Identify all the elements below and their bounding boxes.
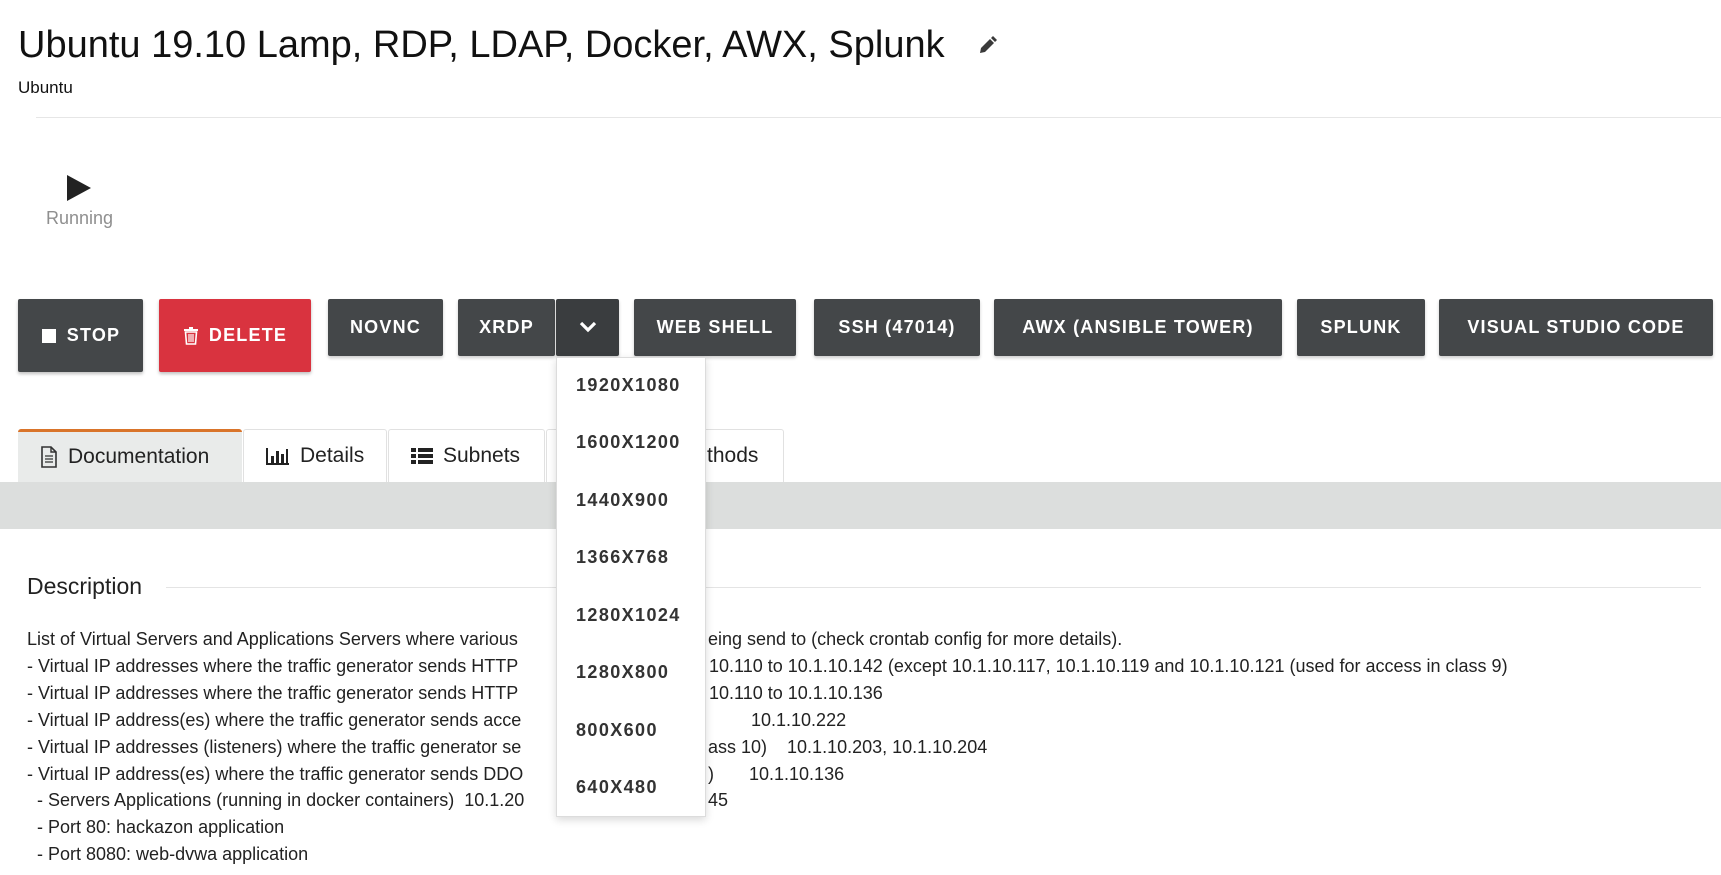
description-line: - Port 80: hackazon application: [27, 817, 285, 837]
ssh-button-label: SSH (47014): [838, 317, 956, 337]
resolution-option-800x600[interactable]: 800X600: [576, 720, 658, 741]
description-divider: [166, 587, 1701, 588]
description-line: - Virtual IP addresses where the traffic…: [27, 656, 519, 676]
trash-icon: [183, 326, 199, 345]
novnc-button-label: NOVNC: [349, 317, 421, 337]
resolution-option-1440x900[interactable]: 1440X900: [576, 490, 669, 511]
description-line: 10.110 to 10.1.10.142 (except 10.1.10.11…: [709, 656, 1508, 676]
resolution-option-1280x1024[interactable]: 1280X1024: [576, 605, 681, 626]
awx-button[interactable]: AWX (ANSIBLE TOWER): [994, 299, 1282, 356]
description-line: ) 10.1.10.136: [708, 764, 845, 784]
xrdp-button[interactable]: XRDP: [458, 299, 555, 356]
stop-icon: [41, 328, 57, 344]
description-line: 10.110 to 10.1.10.136: [709, 683, 883, 703]
page-subtitle: Ubuntu: [18, 78, 73, 97]
tab-documentation-label: Documentation: [68, 445, 210, 468]
vscode-button[interactable]: VISUAL STUDIO CODE: [1439, 299, 1713, 356]
status-label: Running: [46, 208, 114, 228]
chevron-down-icon: [579, 317, 597, 338]
list-icon: [411, 447, 433, 465]
resolution-option-1920x1080[interactable]: 1920X1080: [576, 375, 681, 396]
tab-bar: [0, 482, 1721, 529]
vscode-button-label: VISUAL STUDIO CODE: [1467, 317, 1685, 337]
bar-chart-icon: [266, 447, 290, 465]
delete-button[interactable]: DELETE: [159, 299, 311, 372]
description-line: - Virtual IP address(es) where the traff…: [27, 710, 522, 730]
tab-subnets[interactable]: Subnets: [388, 429, 545, 482]
resolution-option-640x480[interactable]: 640X480: [576, 777, 658, 798]
tab-documentation[interactable]: Documentation: [18, 429, 242, 482]
play-icon: [66, 174, 92, 202]
xrdp-resolution-menu: 1920X1080 1600X1200 1440X900 1366X768 12…: [556, 357, 706, 817]
tab-details[interactable]: Details: [243, 429, 387, 482]
description-heading: Description: [27, 573, 143, 599]
description-line: List of Virtual Servers and Applications…: [27, 629, 518, 649]
stop-button-label: STOP: [66, 325, 121, 345]
xrdp-dropdown-toggle[interactable]: [556, 299, 619, 356]
description-line: 45: [708, 790, 729, 810]
description-line: - Port 8080: web-dvwa application: [27, 844, 309, 864]
stop-button[interactable]: STOP: [18, 299, 143, 372]
novnc-button[interactable]: NOVNC: [328, 299, 443, 356]
description-line: - Virtual IP address(es) where the traff…: [27, 764, 524, 784]
web-shell-button[interactable]: WEB SHELL: [634, 299, 796, 356]
description-line: - Virtual IP addresses where the traffic…: [27, 683, 519, 703]
web-shell-button-label: WEB SHELL: [656, 317, 774, 337]
tab-details-label: Details: [300, 444, 365, 467]
splunk-button[interactable]: SPLUNK: [1297, 299, 1425, 356]
resolution-option-1366x768[interactable]: 1366X768: [576, 547, 669, 568]
header-divider: [36, 117, 1721, 118]
tab-methods-label: thods: [707, 444, 759, 467]
page-title: Ubuntu 19.10 Lamp, RDP, LDAP, Docker, AW…: [18, 24, 945, 66]
description-line: - Virtual IP addresses (listeners) where…: [27, 737, 522, 757]
splunk-button-label: SPLUNK: [1320, 317, 1402, 337]
description-line: ass 10) 10.1.10.203, 10.1.10.204: [708, 737, 988, 757]
description-line: 10.1.10.222: [751, 710, 847, 730]
description-line: eing send to (check crontab config for m…: [708, 629, 1123, 649]
document-icon: [40, 446, 58, 468]
resolution-option-1600x1200[interactable]: 1600X1200: [576, 432, 681, 453]
tab-subnets-label: Subnets: [443, 444, 521, 467]
ssh-button[interactable]: SSH (47014): [814, 299, 980, 356]
description-line: - Servers Applications (running in docke…: [27, 790, 525, 810]
awx-button-label: AWX (ANSIBLE TOWER): [1022, 317, 1254, 337]
xrdp-button-label: XRDP: [479, 317, 534, 337]
delete-button-label: DELETE: [208, 325, 288, 345]
pencil-icon[interactable]: [976, 35, 998, 57]
resolution-option-1280x800[interactable]: 1280X800: [576, 662, 669, 683]
